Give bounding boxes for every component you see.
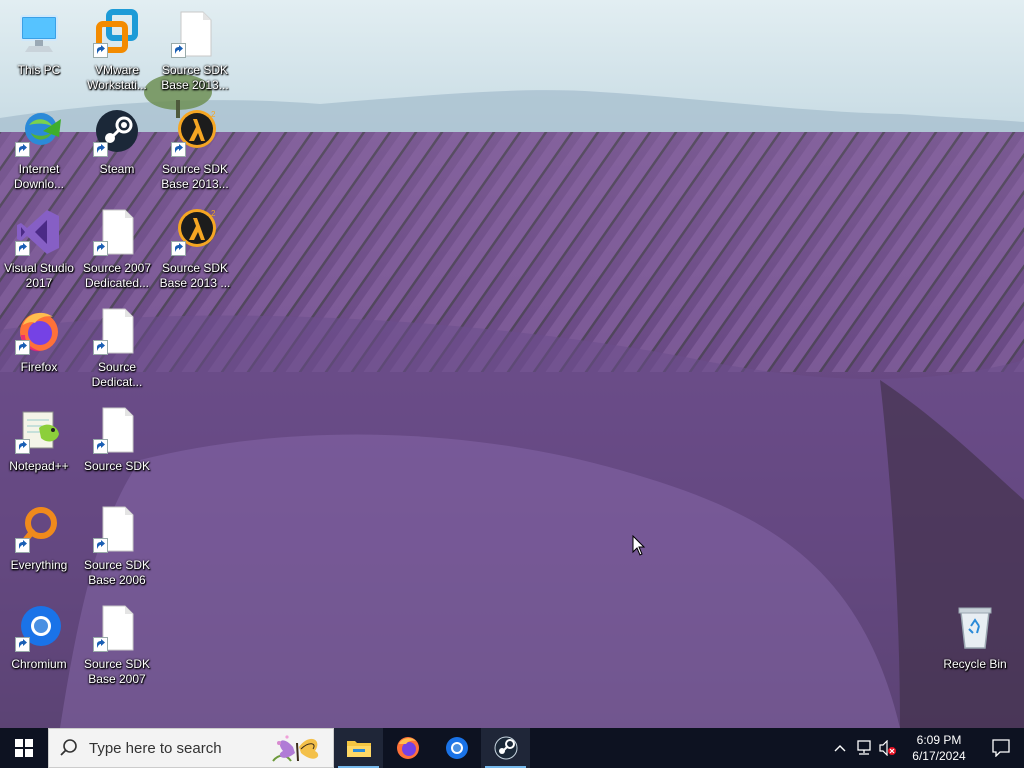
file-explorer-icon <box>346 741 371 757</box>
taskbar-chromium[interactable] <box>432 728 481 768</box>
shortcut-arrow-icon <box>93 43 108 58</box>
desktop-icon-recycle-bin[interactable]: Recycle Bin <box>936 600 1014 696</box>
desktop-icon-internet-download-manager[interactable]: Internet Downlo... <box>0 105 78 201</box>
taskbar-search-box[interactable]: Type here to search <box>48 728 334 768</box>
shortcut-arrow-icon <box>15 637 30 652</box>
shortcut-arrow-icon <box>15 538 30 553</box>
shortcut-arrow-icon <box>171 43 186 58</box>
shortcut-arrow-icon <box>93 538 108 553</box>
system-tray: 6:09 PM 6/17/2024 <box>828 728 1024 768</box>
icon-label: Source SDK Base 2013... <box>161 63 229 92</box>
search-icon <box>60 739 77 756</box>
shortcut-arrow-icon <box>93 340 108 355</box>
icon-label: Source 2007 Dedicated... <box>82 261 152 290</box>
desktop-icon-everything[interactable]: Everything <box>0 501 78 597</box>
action-center-button[interactable] <box>978 728 1024 768</box>
recycle-bin-icon <box>958 607 992 649</box>
desktop-icon-this-pc[interactable]: This PC <box>0 6 78 102</box>
notification-icon <box>992 739 1010 757</box>
icon-label: Source SDK <box>83 459 151 473</box>
desktop-icon-source-dedicated[interactable]: Source Dedicat... <box>78 303 156 399</box>
start-button[interactable] <box>0 728 48 768</box>
this-pc-icon <box>20 15 58 52</box>
icon-label: Source Dedicat... <box>91 360 143 389</box>
desktop-icon-source-sdk[interactable]: Source SDK <box>78 402 156 498</box>
shortcut-arrow-icon <box>171 142 186 157</box>
icon-label: Source SDK Base 2013 ... <box>159 261 231 290</box>
taskbar: Type here to search 6:09 PM 6/17/2024 <box>0 728 1024 768</box>
network-icon <box>857 740 871 755</box>
chevron-up-icon <box>834 745 846 752</box>
icon-label: Source SDK Base 2007 <box>83 657 151 686</box>
clock-date: 6/17/2024 <box>912 749 966 763</box>
icon-label: Firefox <box>20 360 58 374</box>
icon-label: VMware Workstati... <box>87 63 147 92</box>
taskbar-steam[interactable] <box>481 728 530 768</box>
desktop-icon-visual-studio-2017[interactable]: Visual Studio 2017 <box>0 204 78 300</box>
shortcut-arrow-icon <box>93 142 108 157</box>
desktop-icon-source-2007-dedicated[interactable]: Source 2007 Dedicated... <box>78 204 156 300</box>
desktop-icon-vmware-workstation[interactable]: VMware Workstati... <box>78 6 156 102</box>
desktop-icon-source-sdk-base-2007[interactable]: Source SDK Base 2007 <box>78 600 156 696</box>
chromium-icon <box>445 737 468 759</box>
svg-text:2: 2 <box>211 110 216 119</box>
clock[interactable]: 6:09 PM 6/17/2024 <box>900 728 978 768</box>
network-button[interactable] <box>852 728 876 768</box>
desktop-icon-source-sdk-base-2013-a[interactable]: Source SDK Base 2013... <box>156 6 234 102</box>
search-highlight-butterfly-icon <box>272 735 319 762</box>
icon-label: Source SDK Base 2013... <box>161 162 229 191</box>
shortcut-arrow-icon <box>15 142 30 157</box>
search-placeholder: Type here to search <box>89 739 222 757</box>
icon-label: Source SDK Base 2006 <box>83 558 151 587</box>
svg-text:2: 2 <box>211 209 216 218</box>
shortcut-arrow-icon <box>15 340 30 355</box>
volume-button[interactable] <box>876 728 900 768</box>
icon-label: Notepad++ <box>9 459 69 473</box>
taskbar-firefox[interactable] <box>383 728 432 768</box>
icon-label: This PC <box>17 63 61 77</box>
desktop-icon-notepad-plus-plus[interactable]: Notepad++ <box>0 402 78 498</box>
icon-label: Chromium <box>11 657 67 671</box>
shortcut-arrow-icon <box>15 439 30 454</box>
icon-label: Visual Studio 2017 <box>4 261 74 290</box>
shortcut-arrow-icon <box>15 241 30 256</box>
mouse-cursor-icon <box>632 535 646 556</box>
icon-label: Everything <box>10 558 68 572</box>
volume-muted-icon <box>879 740 896 756</box>
show-hidden-icons-button[interactable] <box>828 728 852 768</box>
desktop[interactable]: This PC Internet Downlo... Visual Studio… <box>0 0 1024 728</box>
desktop-icon-source-sdk-base-2006[interactable]: Source SDK Base 2006 <box>78 501 156 597</box>
shortcut-arrow-icon <box>93 637 108 652</box>
clock-time: 6:09 PM <box>916 733 962 747</box>
desktop-icon-chromium[interactable]: Chromium <box>0 600 78 696</box>
desktop-icon-source-sdk-base-2013-c[interactable]: 2 Source SDK Base 2013 ... <box>156 204 234 300</box>
shortcut-arrow-icon <box>93 241 108 256</box>
shortcut-arrow-icon <box>171 241 186 256</box>
desktop-icon-steam[interactable]: Steam <box>78 105 156 201</box>
steam-icon <box>494 736 517 760</box>
shortcut-arrow-icon <box>93 439 108 454</box>
desktop-icon-source-sdk-base-2013-b[interactable]: 2 Source SDK Base 2013... <box>156 105 234 201</box>
icon-label: Internet Downlo... <box>13 162 65 191</box>
desktop-icon-firefox[interactable]: Firefox <box>0 303 78 399</box>
windows-logo-icon <box>15 739 33 757</box>
icon-label: Recycle Bin <box>943 657 1007 671</box>
icon-label: Steam <box>99 162 135 176</box>
taskbar-file-explorer[interactable] <box>334 728 383 768</box>
firefox-icon <box>396 737 419 759</box>
